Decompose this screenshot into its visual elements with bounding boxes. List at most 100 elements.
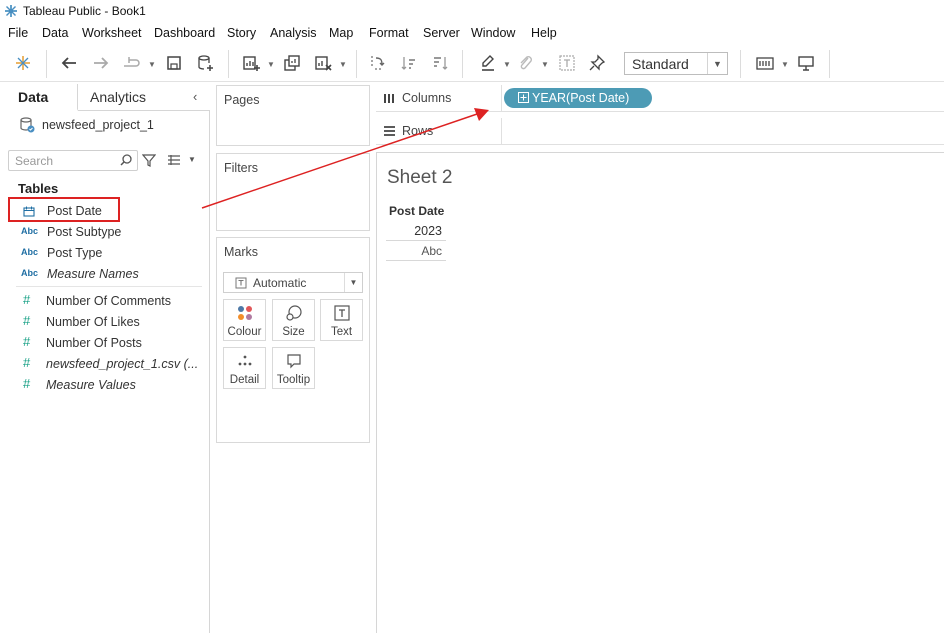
tooltip-button[interactable]: Tooltip (272, 347, 315, 389)
menu-file[interactable]: File (8, 26, 28, 40)
mark-type-select[interactable]: Automatic ▼ (223, 272, 363, 293)
field-name: Post Type (47, 246, 103, 260)
field-number-of-comments[interactable]: # Number Of Comments (0, 291, 205, 312)
tab-data[interactable]: Data (0, 84, 78, 111)
new-worksheet-icon[interactable] (240, 53, 262, 73)
pages-label: Pages (224, 93, 260, 107)
field-record-count[interactable]: # newsfeed_project_1.csv (... (0, 354, 205, 375)
toolbar-divider (228, 50, 229, 78)
search-input[interactable] (9, 151, 109, 170)
sort-ascending-icon[interactable] (398, 53, 420, 73)
menu-data[interactable]: Data (42, 26, 68, 40)
clear-sheet-icon[interactable] (312, 53, 334, 73)
filter-icon[interactable] (142, 153, 156, 167)
show-cards-dropdown-icon[interactable]: ▼ (781, 60, 789, 69)
worksheet-canvas[interactable] (376, 152, 944, 633)
show-mark-labels-icon[interactable] (556, 53, 578, 73)
filters-shelf[interactable]: Filters (216, 153, 370, 231)
toolbar-divider (46, 50, 47, 78)
undo-icon[interactable] (58, 53, 80, 73)
size-button[interactable]: Size (272, 299, 315, 341)
menu-window[interactable]: Window (471, 26, 515, 40)
menu-map[interactable]: Map (329, 26, 353, 40)
text-icon (333, 305, 350, 321)
toolbar-divider (462, 50, 463, 78)
column-header-post-date[interactable]: Post Date (389, 204, 444, 218)
string-type-icon: Abc (21, 268, 39, 278)
colour-label: Colour (227, 326, 262, 338)
group-members-icon[interactable] (514, 53, 536, 73)
menu-format[interactable]: Format (369, 26, 409, 40)
expand-plus-icon[interactable] (518, 92, 529, 103)
field-name: Measure Values (46, 378, 136, 392)
field-post-type[interactable]: Abc Post Type (0, 243, 205, 264)
datasource-icon (20, 117, 35, 133)
tab-analytics[interactable]: Analytics (78, 84, 210, 111)
save-icon[interactable] (163, 53, 185, 73)
annotation-highlight-box (8, 197, 120, 222)
field-name: Post Subtype (47, 225, 122, 239)
field-number-of-likes[interactable]: # Number Of Likes (0, 312, 205, 333)
highlight-dropdown-icon[interactable]: ▼ (503, 60, 511, 69)
replay-icon[interactable] (120, 53, 142, 73)
highlight-icon[interactable] (477, 53, 499, 73)
data-pane: Data Analytics ‹ newsfeed_project_1 ▼ Ta… (0, 84, 210, 633)
string-type-icon: Abc (21, 247, 39, 257)
field-post-subtype[interactable]: Abc Post Subtype (0, 222, 205, 243)
chevron-down-icon[interactable]: ▼ (344, 273, 362, 292)
menu-help[interactable]: Help (531, 26, 557, 40)
collapse-pane-icon[interactable]: ‹ (193, 89, 197, 104)
group-dropdown-icon[interactable]: ▼ (541, 60, 549, 69)
number-type-icon: # (23, 292, 31, 307)
text-button[interactable]: Text (320, 299, 363, 341)
colour-button[interactable]: Colour (223, 299, 266, 341)
tableau-home-icon[interactable] (12, 53, 34, 73)
redo-icon[interactable] (90, 53, 112, 73)
show-cards-icon[interactable] (754, 53, 776, 73)
view-list-icon[interactable] (167, 153, 181, 167)
tooltip-icon (286, 354, 301, 369)
menu-dashboard[interactable]: Dashboard (154, 26, 215, 40)
number-type-icon: # (23, 313, 31, 328)
header-divider (386, 240, 446, 241)
menu-server[interactable]: Server (423, 26, 460, 40)
search-field[interactable] (8, 150, 138, 171)
fit-select[interactable]: Standard ▼ (624, 52, 728, 75)
field-measure-names[interactable]: Abc Measure Names (0, 264, 205, 285)
pill-label: YEAR(Post Date) (532, 91, 630, 105)
field-number-of-posts[interactable]: # Number Of Posts (0, 333, 205, 354)
cell-divider (386, 260, 446, 261)
replay-dropdown-icon[interactable]: ▼ (148, 60, 156, 69)
cell-abc-placeholder[interactable]: Abc (388, 244, 442, 258)
field-measure-values[interactable]: # Measure Values (0, 375, 205, 396)
text-label: Text (330, 326, 353, 338)
rows-shelf[interactable]: Rows (376, 118, 944, 145)
sheet-title[interactable]: Sheet 2 (387, 167, 453, 189)
number-type-icon: # (23, 355, 31, 370)
sort-descending-icon[interactable] (429, 53, 451, 73)
fields-divider (16, 286, 202, 287)
detail-button[interactable]: Detail (223, 347, 266, 389)
pages-shelf[interactable]: Pages (216, 85, 370, 146)
menu-worksheet[interactable]: Worksheet (82, 26, 142, 40)
menu-analysis[interactable]: Analysis (270, 26, 317, 40)
presentation-mode-icon[interactable] (795, 53, 817, 73)
view-dropdown-icon[interactable]: ▼ (188, 155, 196, 164)
columns-shelf[interactable]: Columns (376, 85, 944, 112)
new-worksheet-dropdown-icon[interactable]: ▼ (267, 60, 275, 69)
clear-dropdown-icon[interactable]: ▼ (339, 60, 347, 69)
tooltip-label: Tooltip (276, 374, 311, 386)
new-datasource-icon[interactable] (194, 53, 216, 73)
filters-label: Filters (224, 161, 259, 175)
chevron-down-icon[interactable]: ▼ (707, 53, 727, 74)
text-mark-icon (235, 277, 247, 289)
menu-story[interactable]: Story (227, 26, 256, 40)
year-post-date-pill[interactable]: YEAR(Post Date) (504, 88, 652, 108)
datasource-name: newsfeed_project_1 (42, 118, 154, 132)
fit-select-value: Standard (632, 56, 689, 72)
year-header-value[interactable]: 2023 (388, 224, 442, 238)
fix-axes-pin-icon[interactable] (586, 53, 608, 73)
swap-rows-columns-icon[interactable] (366, 53, 388, 73)
search-icon[interactable] (119, 153, 133, 167)
duplicate-sheet-icon[interactable] (281, 53, 303, 73)
